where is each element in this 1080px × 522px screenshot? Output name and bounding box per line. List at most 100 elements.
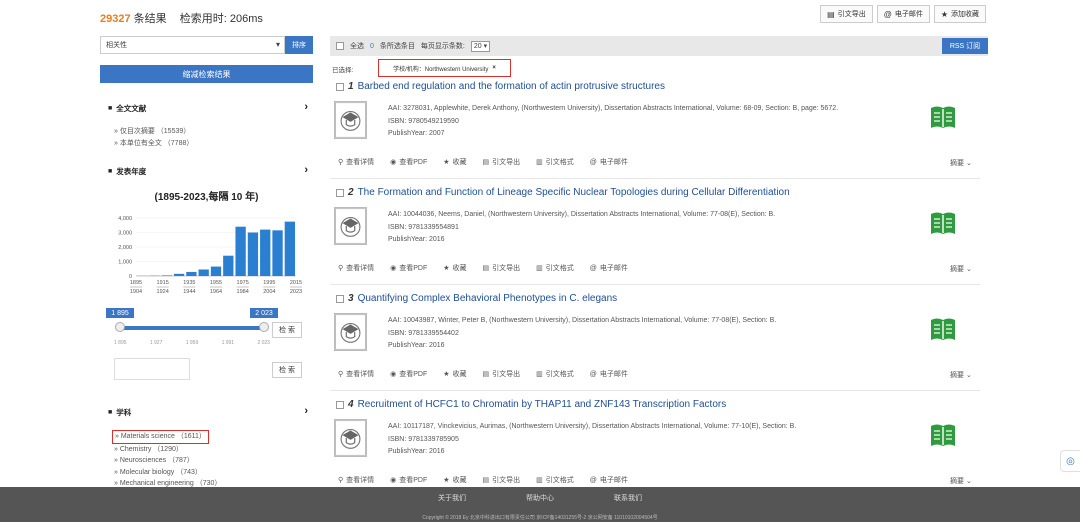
record-checkbox[interactable]	[336, 82, 344, 91]
email-action[interactable]: @ 电子邮件	[590, 475, 628, 485]
star-action[interactable]: ★ 收藏	[443, 475, 466, 485]
sort-button[interactable]: 排序	[285, 36, 313, 54]
footer-link-help[interactable]: 帮助中心	[526, 493, 554, 503]
citation-button[interactable]: ▤ 引文导出	[820, 5, 873, 23]
rss-button[interactable]: RSS 订阅	[942, 38, 988, 54]
footer-link-about[interactable]: 关于我们	[438, 493, 466, 503]
cite-export-action[interactable]: ▤ 引文导出	[483, 157, 521, 167]
subject-link[interactable]: » Neurosciences （787）	[112, 455, 221, 467]
abstract-toggle[interactable]: 摘要 ⌄	[950, 370, 972, 380]
top-button-label: 引文导出	[837, 11, 866, 18]
bar-1995-2004[interactable]	[260, 229, 271, 276]
chevron-right-icon[interactable]: ›	[304, 164, 308, 176]
cite-export-icon: ▤	[482, 477, 490, 484]
bar-1925-1934[interactable]	[173, 273, 185, 276]
subject-link[interactable]: » Chemistry （1290）	[112, 444, 221, 456]
bar-2015-2023[interactable]	[284, 221, 295, 276]
year-input[interactable]	[114, 358, 190, 380]
cite-format-action[interactable]: ▥ 引文格式	[536, 369, 574, 379]
star-action[interactable]: ★ 收藏	[443, 263, 466, 273]
email-action[interactable]: @ 电子邮件	[590, 369, 628, 379]
subject-link[interactable]: » Molecular biology （743）	[112, 467, 221, 479]
bar-1985-1994[interactable]	[247, 232, 259, 277]
eye-action[interactable]: ◉ 查看PDF	[390, 157, 427, 167]
star-button[interactable]: ★ 添加收藏	[933, 5, 986, 23]
cite-export-action[interactable]: ▤ 引文导出	[483, 369, 521, 379]
email-button[interactable]: @ 电子邮件	[876, 5, 930, 23]
x-tick-label-top: 2015	[290, 280, 302, 286]
cite-export-action[interactable]: ▤ 引文导出	[483, 475, 521, 485]
search-action[interactable]: ⚲ 查看详情	[338, 157, 374, 167]
record-title-row: 3 Quantifying Complex Behavioral Phenotyp…	[336, 293, 617, 304]
bar-1965-1974[interactable]	[223, 255, 234, 276]
select-all-label[interactable]: 全选	[350, 41, 364, 51]
record-checkbox[interactable]	[336, 294, 344, 303]
record-title-link[interactable]: The Formation and Function of Lineage Sp…	[358, 187, 790, 198]
bar-1935-1944[interactable]	[186, 271, 197, 276]
select-all-checkbox[interactable]	[336, 42, 344, 50]
action-label: 查看PDF	[399, 159, 428, 166]
bar-2005-2014[interactable]	[272, 230, 283, 276]
open-book-icon[interactable]	[930, 422, 956, 448]
cite-export-action[interactable]: ▤ 引文导出	[483, 263, 521, 273]
year-search-button[interactable]: 检 索	[272, 322, 302, 338]
record-title-link[interactable]: Quantifying Complex Behavioral Phenotype…	[358, 293, 618, 304]
slider-start-handle[interactable]	[115, 322, 125, 332]
search-action[interactable]: ⚲ 查看详情	[338, 263, 374, 273]
year-search-button-2[interactable]: 检 索	[272, 362, 302, 378]
fulltext-link[interactable]: » 仅目次摘要 （15539）	[114, 126, 193, 138]
search-icon: ⚲	[338, 265, 344, 272]
bar-1975-1984[interactable]	[235, 226, 246, 276]
fulltext-section-header[interactable]: ■ 全文文献 ›	[108, 101, 308, 114]
cite-format-action[interactable]: ▥ 引文格式	[536, 475, 574, 485]
open-book-icon[interactable]	[930, 210, 956, 236]
star-icon: ★	[443, 265, 450, 272]
subject-link-materials-science[interactable]: » Materials science （1611）	[112, 430, 209, 444]
x-tick-label-top: 1895	[130, 280, 142, 286]
record-title-link[interactable]: Barbed end regulation and the formation …	[358, 81, 665, 92]
search-action[interactable]: ⚲ 查看详情	[338, 475, 374, 485]
subject-section-header[interactable]: ■ 学科 ›	[108, 405, 308, 418]
chevron-right-icon[interactable]: ›	[304, 101, 308, 113]
cite-format-action[interactable]: ▥ 引文格式	[536, 157, 574, 167]
record-title-link[interactable]: Recruitment of HCFC1 to Chromatin by THA…	[358, 399, 727, 410]
open-book-icon[interactable]	[930, 104, 956, 130]
star-action[interactable]: ★ 收藏	[443, 157, 466, 167]
sort-select[interactable]: 相关性	[100, 36, 285, 54]
cite-format-action[interactable]: ▥ 引文格式	[536, 263, 574, 273]
abstract-toggle[interactable]: 摘要 ⌄	[950, 264, 972, 274]
top-button-label: 添加收藏	[951, 11, 979, 18]
result-summary: 29327 条结果 检索用时: 206ms	[100, 10, 263, 26]
clear-selected[interactable]: 条所选条目	[380, 41, 415, 51]
abstract-toggle[interactable]: 摘要 ⌄	[950, 158, 972, 168]
graduation-cap-icon	[334, 419, 367, 457]
slider-track[interactable]	[120, 326, 264, 330]
abstract-toggle[interactable]: 摘要 ⌄	[950, 476, 972, 486]
eye-action[interactable]: ◉ 查看PDF	[390, 369, 427, 379]
star-action[interactable]: ★ 收藏	[443, 369, 466, 379]
search-action[interactable]: ⚲ 查看详情	[338, 369, 374, 379]
record-checkbox[interactable]	[336, 400, 344, 409]
narrow-results-button[interactable]: 缩减检索结果	[100, 65, 313, 83]
email-action[interactable]: @ 电子邮件	[590, 263, 628, 273]
email-action[interactable]: @ 电子邮件	[590, 157, 628, 167]
footer-link-contact[interactable]: 联系我们	[614, 493, 642, 503]
pubyear-section-header[interactable]: ■ 发表年度 ›	[108, 164, 308, 177]
bar-1955-1964[interactable]	[210, 266, 222, 276]
chevron-right-icon[interactable]: ›	[304, 405, 308, 417]
eye-action[interactable]: ◉ 查看PDF	[390, 475, 427, 485]
floating-assistant-icon[interactable]: ◎	[1060, 450, 1080, 472]
bar-1915-1924[interactable]	[161, 275, 172, 276]
slider-tick: 1 895	[114, 340, 127, 346]
per-page-select[interactable]: 20 ▾	[470, 40, 491, 52]
fulltext-link[interactable]: » 本单位有全文 （7788）	[114, 138, 193, 150]
slider-tick: 2 023	[257, 340, 270, 346]
bar-1945-1954[interactable]	[198, 269, 209, 276]
close-icon[interactable]: ×	[492, 65, 496, 71]
record-checkbox[interactable]	[336, 188, 344, 197]
slider-end-handle[interactable]	[259, 322, 269, 332]
eye-action[interactable]: ◉ 查看PDF	[390, 263, 427, 273]
slider-tick: 1 991	[221, 340, 235, 346]
action-label: 收藏	[452, 477, 467, 484]
open-book-icon[interactable]	[930, 316, 956, 342]
